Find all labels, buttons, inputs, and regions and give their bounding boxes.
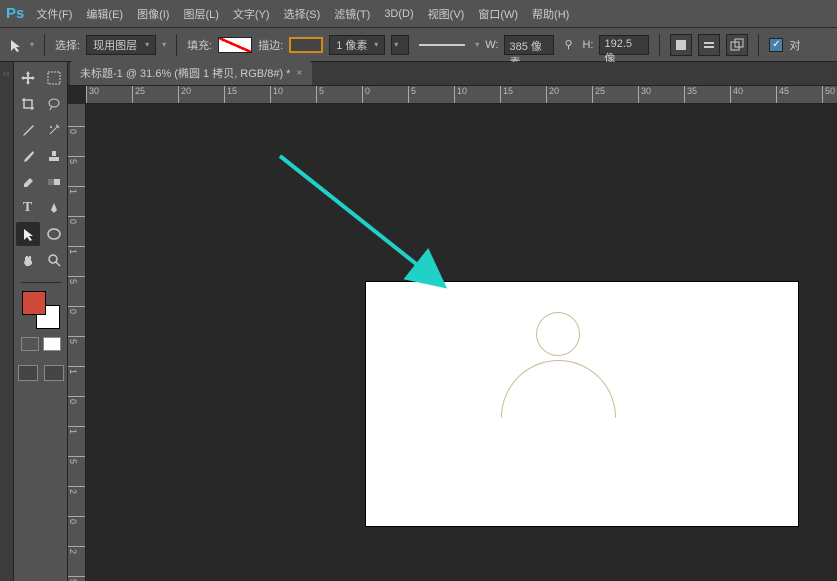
divider [21, 282, 61, 283]
stroke-width-value: 1 像素 [336, 37, 367, 53]
move-tool[interactable] [16, 66, 40, 90]
width-label: W: [485, 39, 498, 51]
document-area: 未标题-1 @ 31.6% (椭圆 1 拷贝, RGB/8#) * × 3025… [68, 62, 837, 581]
ellipse-shape-head[interactable] [536, 312, 580, 356]
stroke-label: 描边: [258, 37, 283, 53]
chevron-down-icon: ▾ [145, 40, 149, 49]
menu-edit[interactable]: 编辑(E) [86, 6, 123, 22]
menu-file[interactable]: 文件(F) [36, 6, 72, 22]
stroke-preview [419, 44, 465, 46]
menu-bar: Ps 文件(F) 编辑(E) 图像(I) 图层(L) 文字(Y) 选择(S) 滤… [0, 0, 837, 28]
zoom-tool[interactable] [42, 248, 66, 272]
document-tab[interactable]: 未标题-1 @ 31.6% (椭圆 1 拷贝, RGB/8#) * × [70, 61, 312, 85]
canvas[interactable] [86, 104, 837, 581]
lasso-tool[interactable] [42, 92, 66, 116]
eyedropper-tool[interactable] [16, 118, 40, 142]
tab-title: 未标题-1 @ 31.6% (椭圆 1 拷贝, RGB/8#) * [80, 65, 290, 81]
path-select-tool[interactable] [16, 222, 40, 246]
chevron-down-icon: ▾ [394, 40, 398, 49]
select-label: 选择: [55, 37, 80, 53]
divider [176, 34, 177, 56]
brush-tool[interactable] [16, 144, 40, 168]
height-label: H: [582, 39, 593, 51]
eraser-tool[interactable] [16, 170, 40, 194]
path-arrange-button[interactable] [726, 34, 748, 56]
height-input[interactable]: 192.5 像 [599, 35, 649, 55]
menu-layer[interactable]: 图层(L) [183, 6, 218, 22]
magic-wand-tool[interactable] [42, 118, 66, 142]
options-bar: ▾ 选择: 现用图层 ▾ ▾ 填充: 描边: 1 像素 ▾ ▾ ▾ W: 385… [0, 28, 837, 62]
screen-mode [18, 365, 64, 381]
foreground-color[interactable] [22, 291, 46, 315]
path-ops-button[interactable] [670, 34, 692, 56]
link-icon[interactable]: ⚲ [560, 37, 576, 53]
fill-label: 填充: [187, 37, 212, 53]
menu-type[interactable]: 文字(Y) [233, 6, 270, 22]
tab-bar: 未标题-1 @ 31.6% (椭圆 1 拷贝, RGB/8#) * × [68, 62, 837, 86]
chevron-down-icon[interactable]: ▾ [475, 40, 479, 49]
divider [44, 34, 45, 56]
align-checkbox[interactable]: ✓ [769, 38, 783, 52]
stroke-style-dropdown[interactable]: ▾ [391, 35, 409, 55]
gradient-tool[interactable] [42, 170, 66, 194]
pen-tool[interactable] [42, 196, 66, 220]
chevron-down-icon: ▾ [374, 40, 378, 49]
select-value: 现用图层 [93, 37, 137, 53]
ruler-horizontal[interactable]: 3025201510505101520253035404550 [86, 86, 837, 104]
type-tool[interactable]: T [16, 196, 40, 220]
menu-select[interactable]: 选择(S) [284, 6, 321, 22]
menu-view[interactable]: 视图(V) [428, 6, 465, 22]
annotation-arrow [276, 152, 476, 312]
divider [758, 34, 759, 56]
stroke-swatch[interactable] [289, 37, 323, 53]
stamp-tool[interactable] [42, 144, 66, 168]
close-icon[interactable]: × [296, 68, 302, 79]
standard-mode[interactable] [21, 337, 39, 351]
fill-swatch[interactable] [218, 37, 252, 53]
app-logo: Ps [6, 5, 24, 22]
menu-filter[interactable]: 滤镜(T) [334, 6, 370, 22]
stroke-width-input[interactable]: 1 像素 ▾ [329, 35, 385, 55]
select-layer-dropdown[interactable]: 现用图层 ▾ [86, 35, 156, 55]
menu-image[interactable]: 图像(I) [137, 6, 169, 22]
main-area: ‹‹ T [0, 62, 837, 581]
menu-window[interactable]: 窗口(W) [478, 6, 518, 22]
mask-mode [21, 337, 61, 351]
crop-tool[interactable] [16, 92, 40, 116]
screen-mode-1[interactable] [18, 365, 38, 381]
dock-collapse-strip[interactable]: ‹‹ [0, 62, 14, 581]
chevron-down-icon[interactable]: ▾ [162, 40, 166, 49]
path-align-button[interactable] [698, 34, 720, 56]
tool-preset-dropdown[interactable]: ▾ [30, 40, 34, 49]
shape-tool[interactable] [42, 222, 66, 246]
align-label: 对 [789, 37, 800, 53]
menu-help[interactable]: 帮助(H) [532, 6, 569, 22]
quickmask-mode[interactable] [43, 337, 61, 351]
menu-3d[interactable]: 3D(D) [384, 8, 413, 20]
marquee-tool[interactable] [42, 66, 66, 90]
toolbox: T [14, 62, 68, 581]
ruler-vertical[interactable]: 20510150510152025 [68, 104, 86, 581]
color-swatches[interactable] [22, 291, 60, 329]
hand-tool[interactable] [16, 248, 40, 272]
canvas-wrap: 20510150510152025 [68, 104, 837, 581]
path-select-icon [8, 37, 24, 53]
screen-mode-2[interactable] [44, 365, 64, 381]
divider [659, 34, 660, 56]
width-input[interactable]: 385 像素 [504, 35, 554, 55]
